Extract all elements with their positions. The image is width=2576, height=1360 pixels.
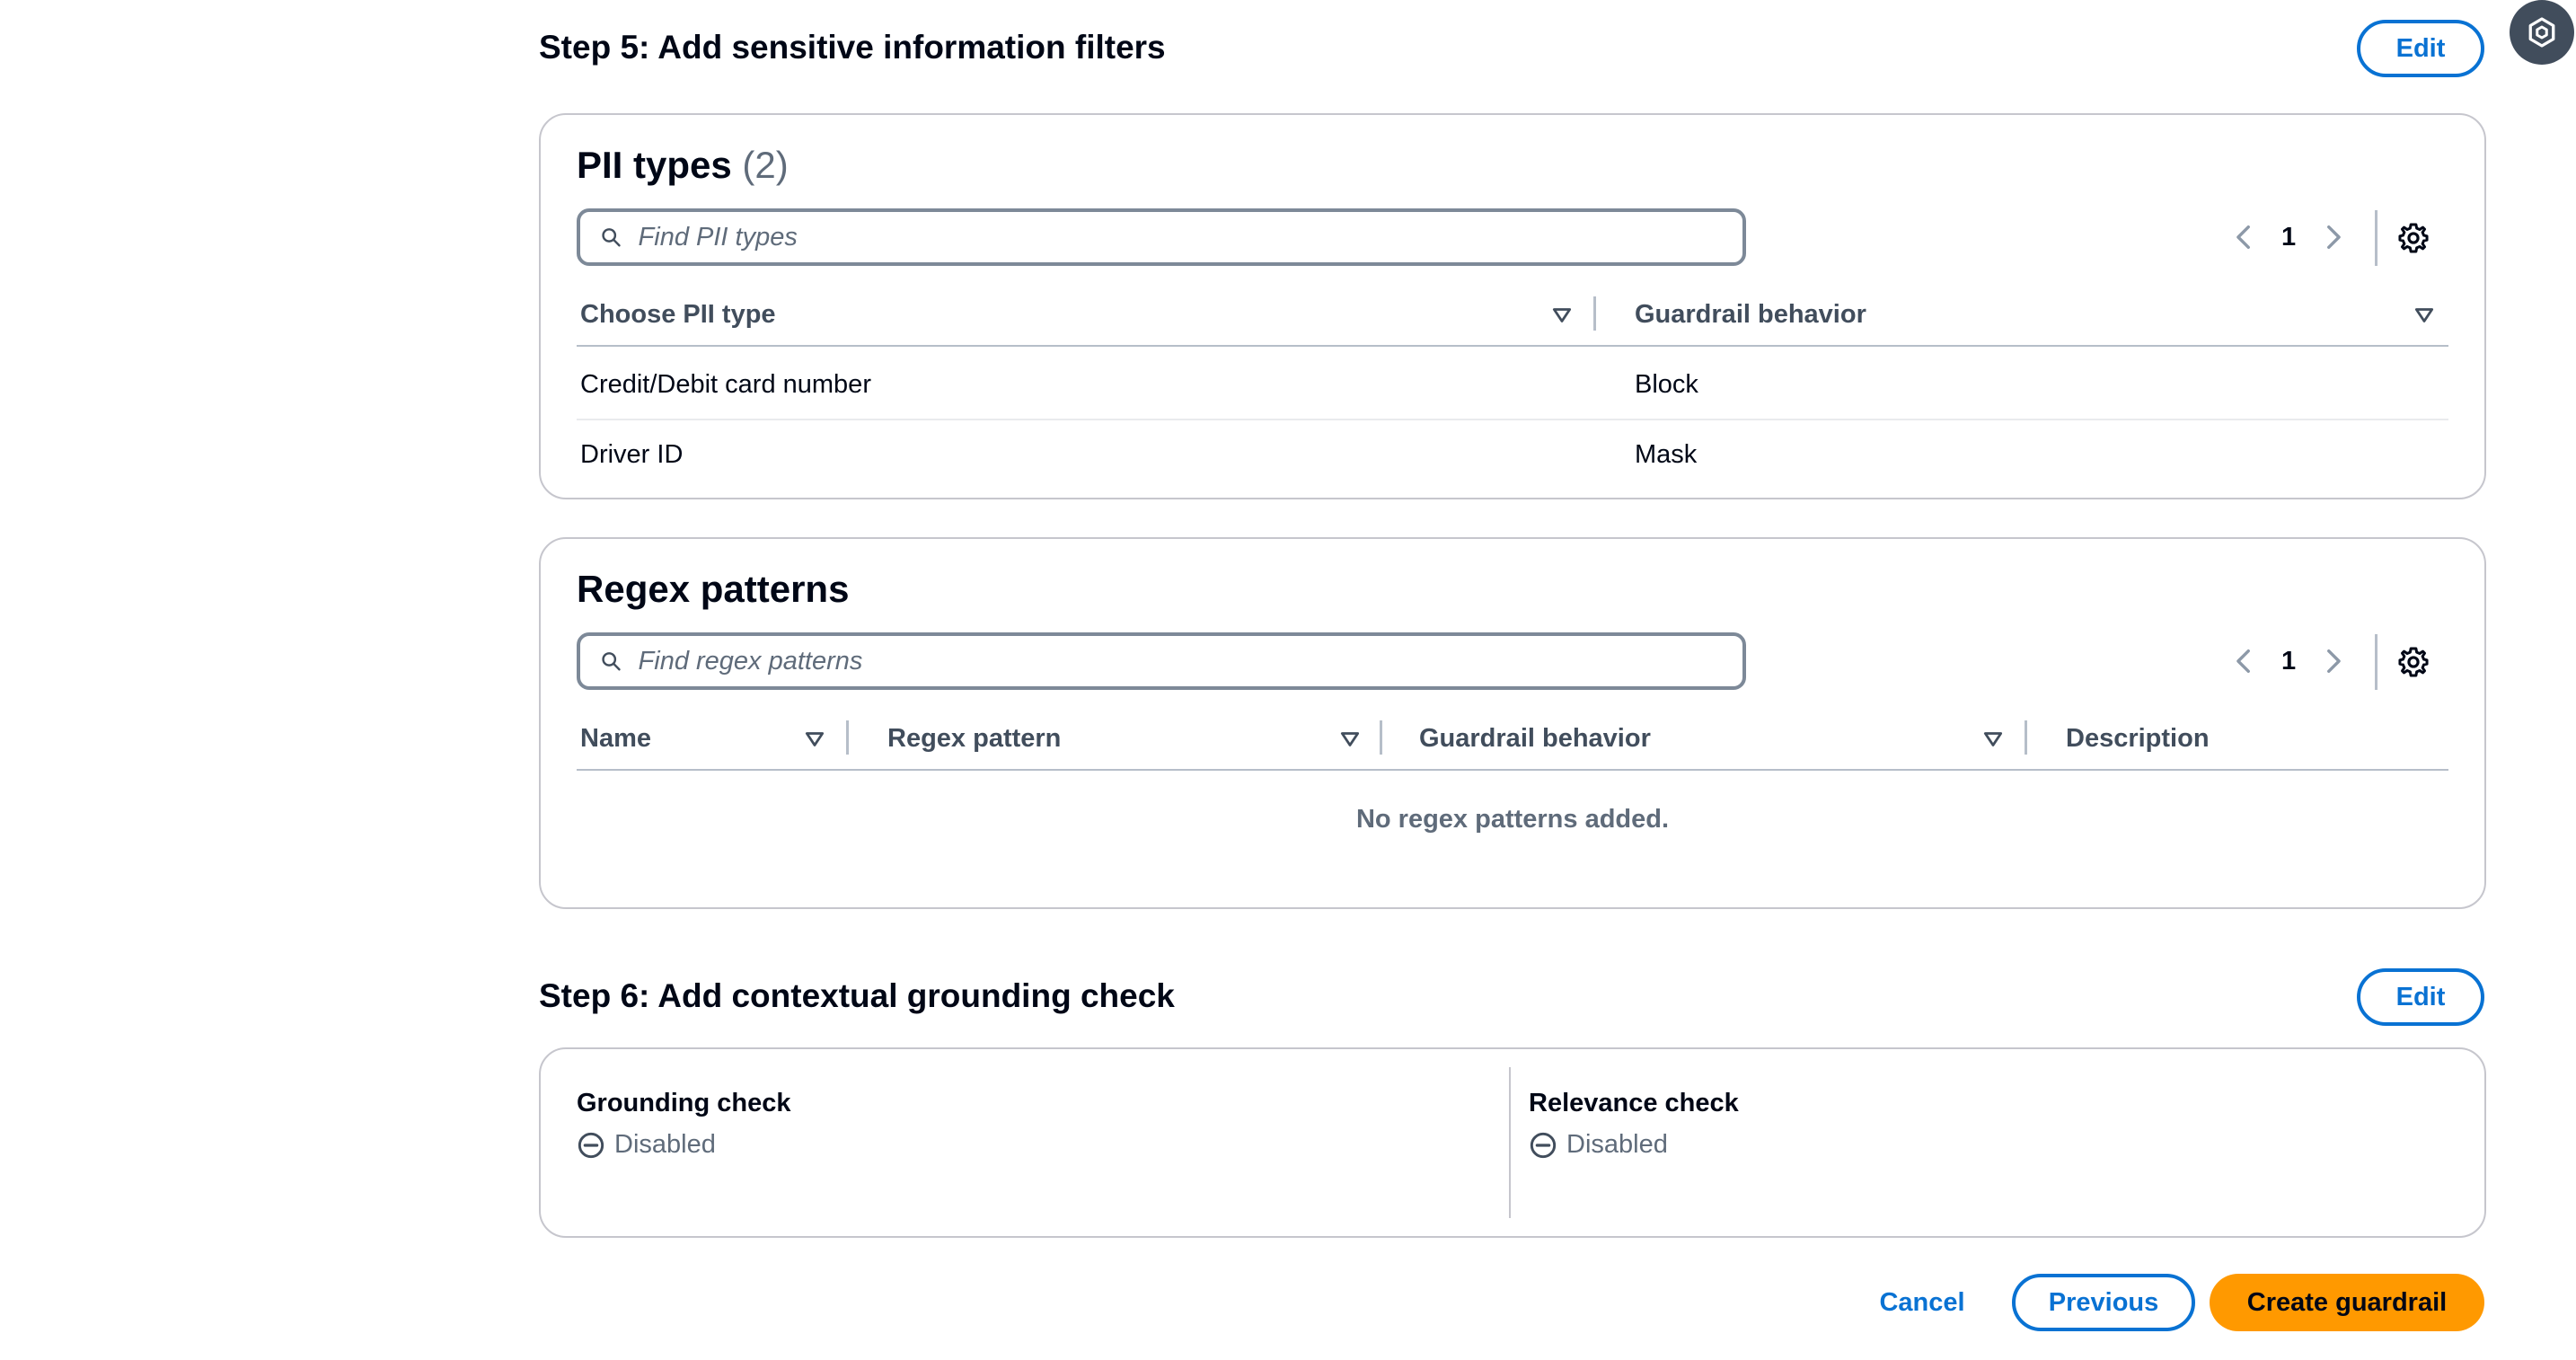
pager-divider xyxy=(2375,210,2378,266)
column-divider xyxy=(2025,720,2027,755)
relevance-check-status: Disabled xyxy=(1529,1130,1668,1160)
pii-page-number[interactable]: 1 xyxy=(2281,223,2296,252)
create-guardrail-button[interactable]: Create guardrail xyxy=(2210,1274,2484,1331)
chevron-left-icon[interactable] xyxy=(2229,219,2260,255)
regex-col-behavior[interactable]: Guardrail behavior xyxy=(1419,724,1651,754)
regex-pagination: 1 xyxy=(2229,636,2348,686)
chevron-right-icon[interactable] xyxy=(2317,643,2348,679)
step5-edit-button[interactable]: Edit xyxy=(2357,20,2484,77)
regex-patterns-title: Regex patterns xyxy=(577,568,850,610)
pii-row-2-type: Driver ID xyxy=(580,440,684,469)
step5-title: Step 5: Add sensitive information filter… xyxy=(539,29,1166,66)
pii-row-1-behavior: Block xyxy=(1635,370,1698,399)
pii-col-behavior[interactable]: Guardrail behavior xyxy=(1635,300,1866,330)
caret-down-icon[interactable] xyxy=(1550,304,1574,327)
assistant-button[interactable] xyxy=(2510,0,2574,65)
pii-col-type[interactable]: Choose PII type xyxy=(580,300,776,330)
step6-title: Step 6: Add contextual grounding check xyxy=(539,977,1175,1014)
step6-edit-button[interactable]: Edit xyxy=(2357,968,2484,1026)
grounding-check-card xyxy=(539,1047,2486,1238)
previous-button[interactable]: Previous xyxy=(2012,1274,2195,1331)
regex-col-pattern[interactable]: Regex pattern xyxy=(887,724,1061,754)
relevance-check-status-text: Disabled xyxy=(1566,1130,1668,1159)
gear-icon[interactable] xyxy=(2396,221,2430,255)
row-divider xyxy=(577,419,2448,420)
pii-types-count: (2) xyxy=(742,144,789,186)
regex-col-description[interactable]: Description xyxy=(2066,724,2210,754)
regex-empty-state: No regex patterns added. xyxy=(1355,805,1670,834)
pii-row-1-type: Credit/Debit card number xyxy=(580,370,871,399)
cancel-button[interactable]: Cancel xyxy=(1866,1274,1978,1331)
caret-down-icon[interactable] xyxy=(1338,728,1362,751)
pii-pagination: 1 xyxy=(2229,212,2348,262)
caret-down-icon[interactable] xyxy=(803,728,826,751)
pager-divider xyxy=(2375,634,2378,690)
pii-types-title-text: PII types xyxy=(577,144,732,186)
regex-page-number[interactable]: 1 xyxy=(2281,647,2296,676)
column-divider xyxy=(1593,296,1596,331)
regex-col-name[interactable]: Name xyxy=(580,724,651,754)
regex-header-divider xyxy=(577,769,2448,771)
minus-circle-icon xyxy=(578,1132,604,1158)
pii-row-2-behavior: Mask xyxy=(1635,440,1698,469)
column-divider xyxy=(846,720,849,755)
grounding-check-label: Grounding check xyxy=(577,1089,791,1117)
pii-search-input[interactable] xyxy=(636,221,1742,253)
assistant-hexagon-icon xyxy=(2528,17,2555,48)
chevron-right-icon[interactable] xyxy=(2317,219,2348,255)
search-icon xyxy=(602,228,621,247)
regex-search-input[interactable] xyxy=(636,645,1742,677)
grounding-check-status: Disabled xyxy=(577,1130,716,1160)
pii-types-title: PII types (2) xyxy=(577,144,789,187)
regex-search-field[interactable] xyxy=(577,632,1746,690)
grounding-check-status-text: Disabled xyxy=(614,1130,716,1159)
search-icon xyxy=(602,652,621,671)
gear-icon[interactable] xyxy=(2396,645,2430,679)
pii-types-card xyxy=(539,113,2486,499)
pii-search-field[interactable] xyxy=(577,208,1746,266)
column-divider xyxy=(1509,1067,1511,1218)
caret-down-icon[interactable] xyxy=(2413,304,2436,327)
relevance-check-label: Relevance check xyxy=(1529,1089,1739,1117)
caret-down-icon[interactable] xyxy=(1981,728,2005,751)
pii-header-divider xyxy=(577,345,2448,347)
chevron-left-icon[interactable] xyxy=(2229,643,2260,679)
minus-circle-icon xyxy=(1530,1132,1557,1158)
column-divider xyxy=(1380,720,1382,755)
